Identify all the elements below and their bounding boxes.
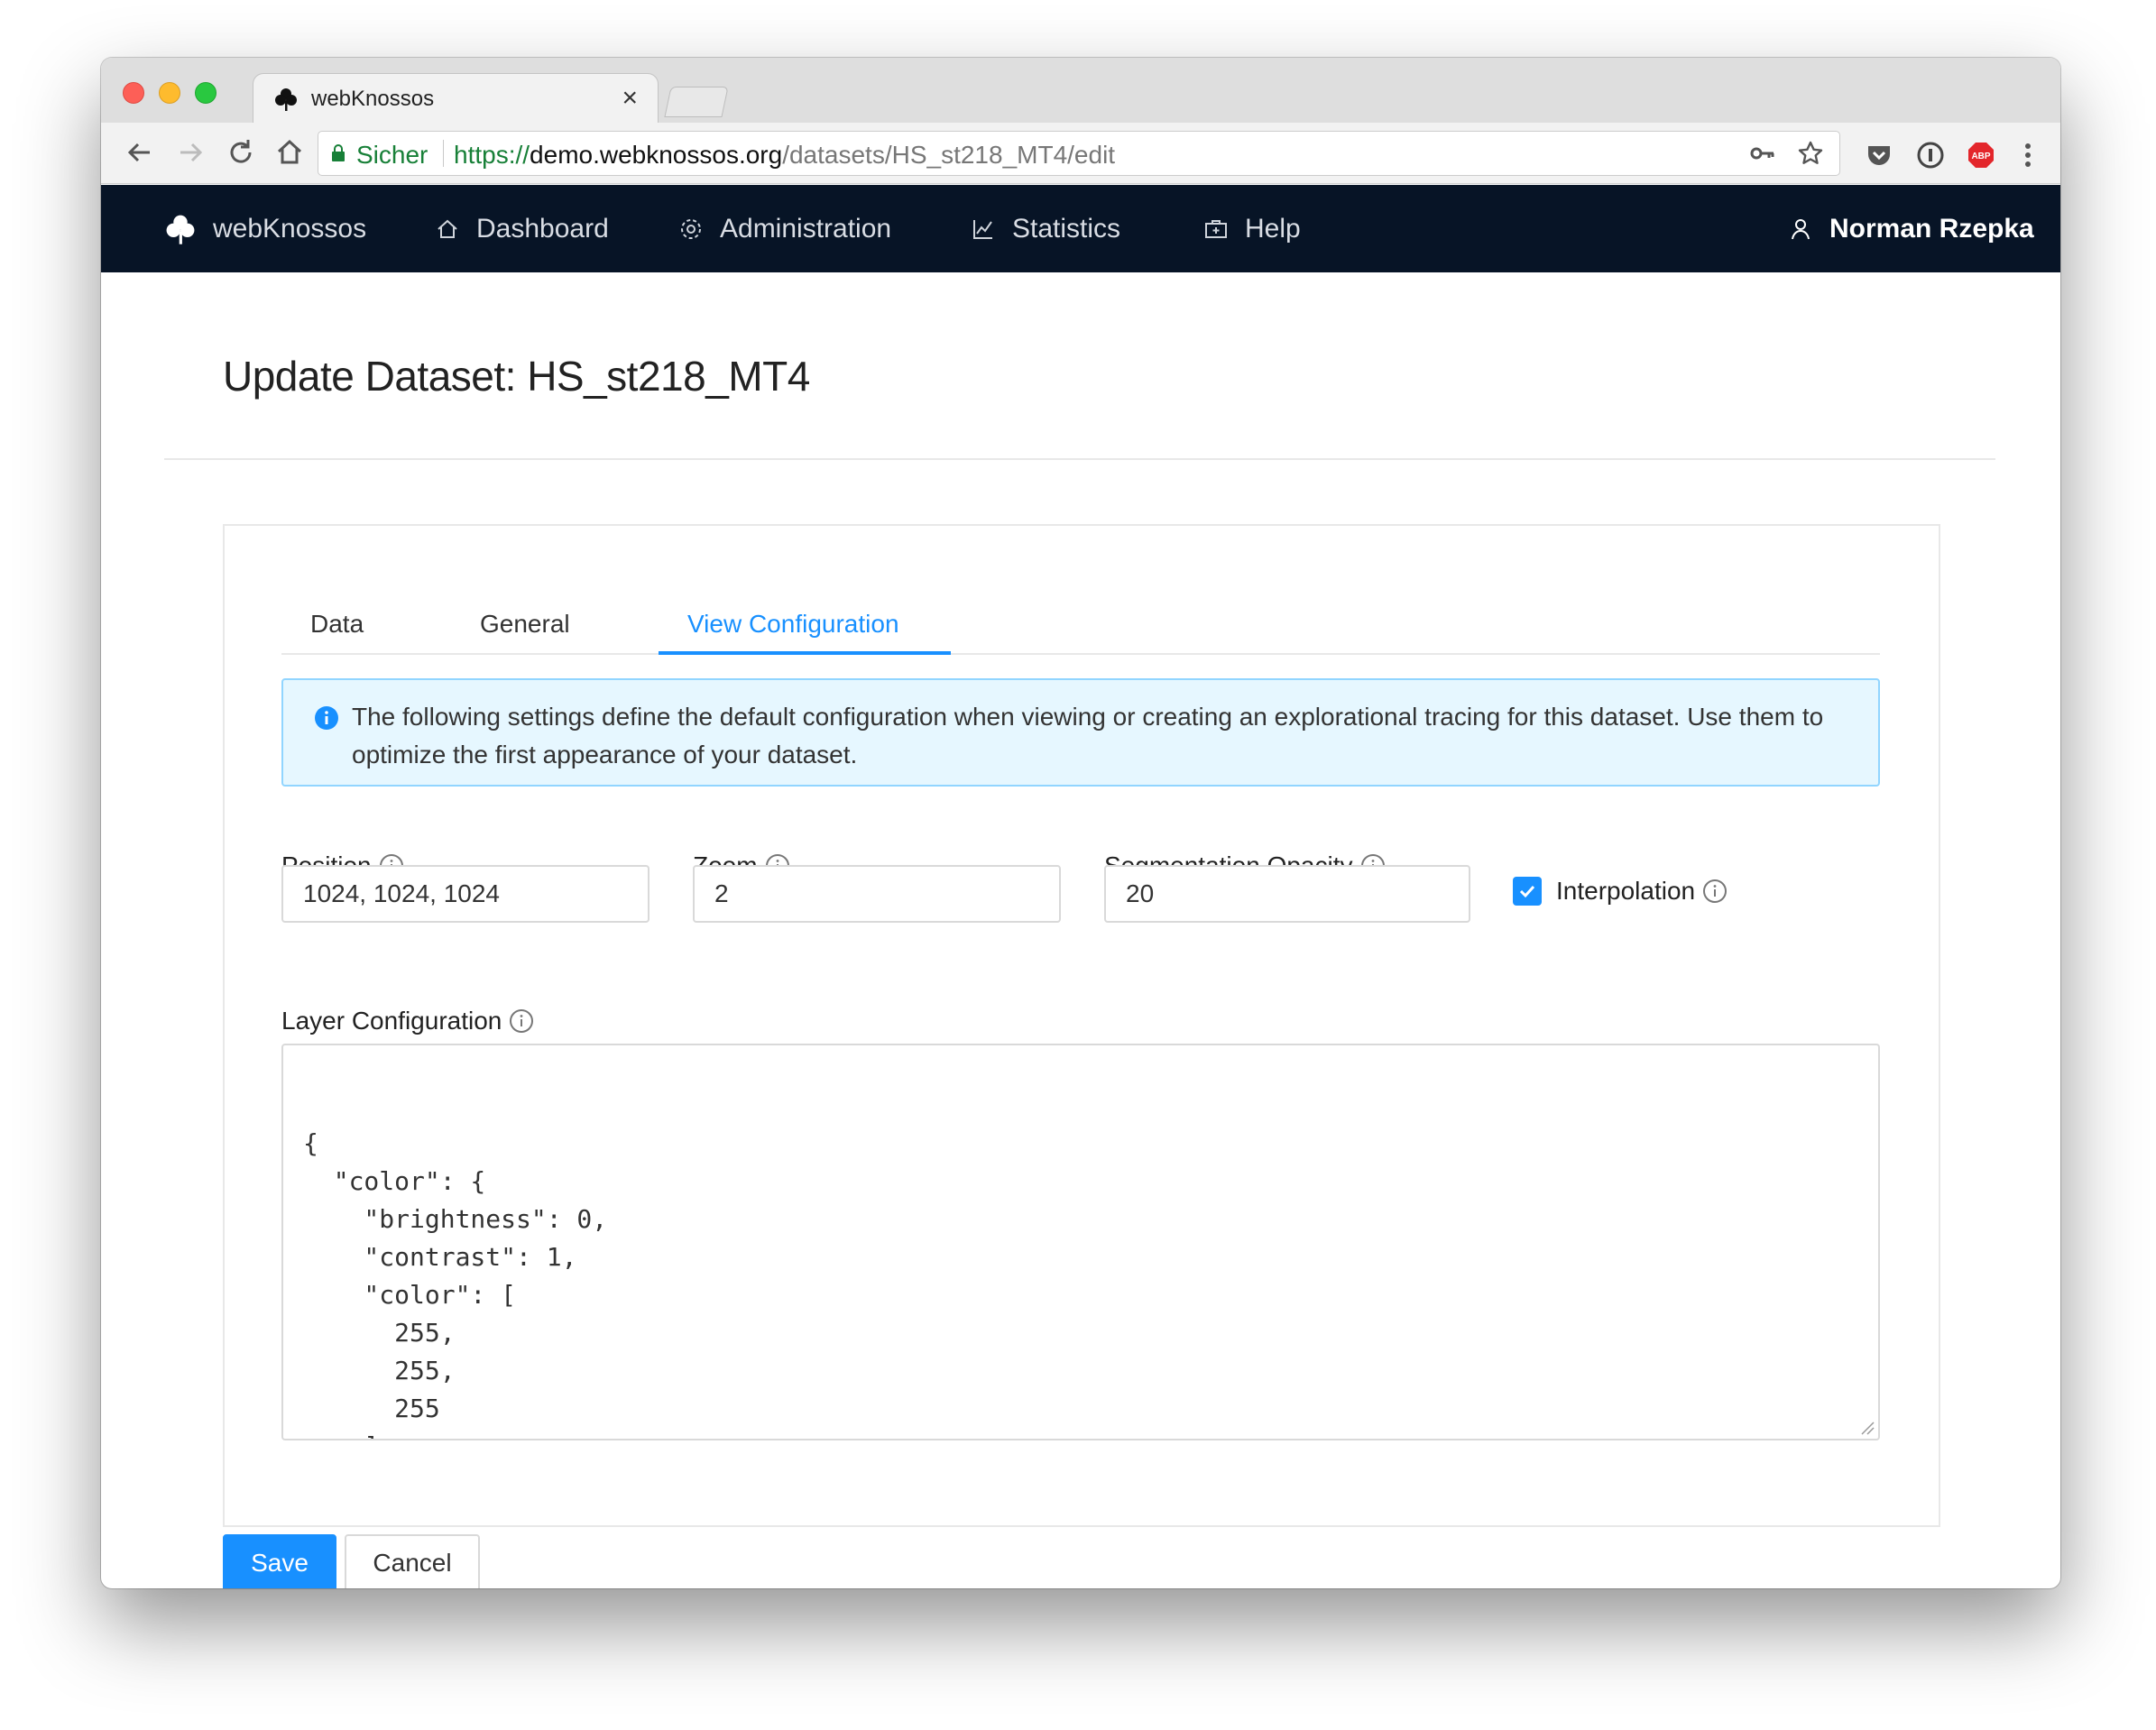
interpolation-label-text: Interpolation [1556,877,1696,905]
back-icon[interactable] [123,135,157,170]
nav-item-dashboard[interactable]: Dashboard [435,185,609,272]
new-tab-button[interactable] [664,87,729,117]
layer-configuration-text: { "color": { "brightness": 0, "contrast"… [303,1128,608,1439]
browser-toolbar: Sicher https://demo.webknossos.org/datas… [101,123,2060,184]
brand-link[interactable]: webKnossos [164,185,366,272]
tab-strip: webKnossos × [101,58,2060,124]
minimize-window-button[interactable] [159,82,180,104]
close-window-button[interactable] [123,82,144,104]
nav-item-label: Dashboard [476,213,609,244]
home-icon[interactable] [272,135,307,170]
reload-icon[interactable] [224,135,258,170]
svg-text:ABP: ABP [1971,152,1990,161]
tab-bar: Data General View Configuration [281,590,1880,655]
nav-item-label: Help [1245,213,1301,244]
page-title: Update Dataset: HS_st218_MT4 [223,353,810,400]
segmentation-opacity-input[interactable] [1104,865,1470,923]
interpolation-label[interactable]: Interpolation [1556,877,1728,906]
interpolation-checkbox[interactable] [1513,877,1542,906]
tab-title: webKnossos [311,87,435,111]
tab-view-configuration[interactable]: View Configuration [687,590,899,655]
info-icon[interactable] [1702,879,1728,904]
address-bar[interactable]: Sicher https://demo.webknossos.org/datas… [318,131,1840,176]
layer-configuration-label-text: Layer Configuration [281,1007,502,1035]
info-icon[interactable] [509,1008,534,1034]
brand-label: webKnossos [213,213,367,244]
star-icon[interactable] [1796,139,1825,168]
user-menu[interactable]: Norman Rzepka [1788,185,2034,272]
lock-icon [332,144,345,161]
url-scheme: https:// [454,141,530,169]
layer-configuration-textarea[interactable]: { "color": { "brightness": 0, "contrast"… [281,1044,1880,1440]
forward-icon[interactable] [173,135,207,170]
secure-label: Sicher [356,141,428,169]
checkmark-icon [1519,885,1535,898]
url-path: /datasets/HS_st218_MT4/edit [782,141,1116,169]
home-icon [438,219,457,238]
layer-configuration-label: Layer Configuration [281,1007,534,1035]
nav-item-label: Administration [720,213,892,244]
position-input[interactable] [281,865,650,923]
tab-general[interactable]: General [480,590,570,655]
nav-item-help[interactable]: Help [1203,185,1301,272]
info-alert: The following settings define the defaul… [281,678,1880,787]
maximize-window-button[interactable] [195,82,217,104]
title-divider [164,458,1995,460]
alert-message: The following settings define the defaul… [352,703,1824,768]
clover-icon [275,88,297,111]
user-icon [1792,218,1810,239]
line-chart-icon [973,219,992,239]
cancel-button[interactable]: Cancel [345,1534,480,1588]
browser-window: webKnossos × Sicher https://demo.webknos [101,58,2060,1588]
tab-data[interactable]: Data [310,590,364,655]
zoom-input[interactable] [693,865,1061,923]
app-navbar: webKnossos Dashboard Administration Stat… [101,185,2060,272]
pocket-icon[interactable] [1865,141,1893,170]
info-circle-icon [315,706,338,730]
url-host: demo.webknossos.org [530,141,783,169]
more-menu-icon[interactable] [2013,141,2042,170]
nav-item-label: Statistics [1012,213,1121,244]
user-name: Norman Rzepka [1829,213,2034,244]
adblock-plus-icon[interactable]: ABP [1967,141,1995,170]
active-tab-indicator [659,651,951,655]
nav-item-statistics[interactable]: Statistics [971,185,1120,272]
tab-close-icon[interactable]: × [622,83,638,114]
password-manager-icon[interactable] [1916,141,1945,170]
nav-item-administration[interactable]: Administration [678,185,891,272]
browser-tab[interactable]: webKnossos × [253,73,659,124]
clover-logo-icon [166,215,195,244]
key-icon[interactable] [1747,139,1776,168]
resize-handle-icon[interactable] [1858,1419,1875,1435]
save-button[interactable]: Save [223,1534,336,1588]
url-text[interactable]: https://demo.webknossos.org/datasets/HS_… [454,141,1115,170]
gear-icon [681,218,701,239]
medicine-box-icon [1205,219,1227,238]
address-separator [443,140,444,167]
